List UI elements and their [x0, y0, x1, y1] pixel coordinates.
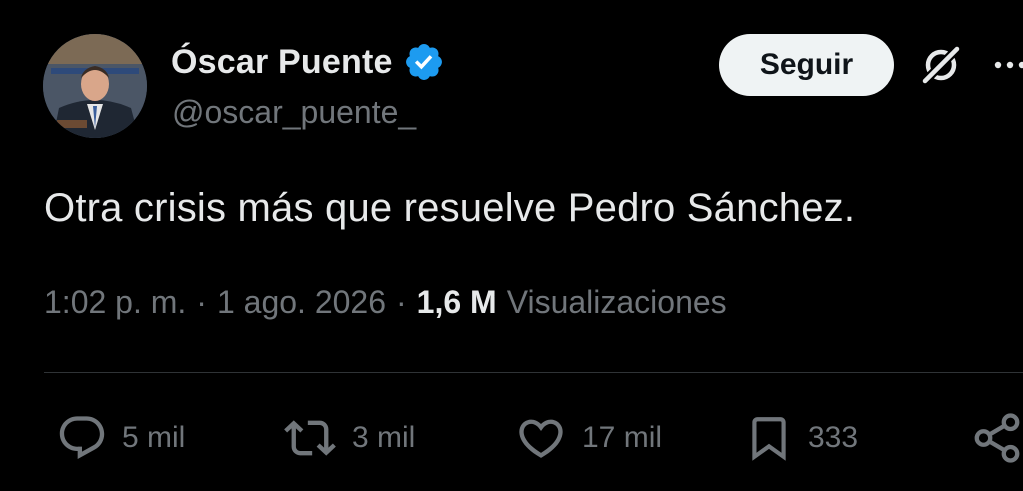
share-icon: [974, 413, 1020, 463]
author-name-row[interactable]: Óscar Puente: [171, 40, 445, 84]
reply-count: 5 mil: [122, 421, 186, 454]
views-count[interactable]: 1,6 M: [417, 284, 497, 321]
meta-separator: ·: [196, 284, 207, 320]
reply-icon: [59, 416, 105, 460]
repost-button[interactable]: 3 mil: [282, 400, 415, 476]
tweet-meta: 1:02 p. m. · 1 ago. 2026 · 1,6 M Visuali…: [44, 284, 727, 321]
views-label[interactable]: Visualizaciones: [507, 284, 727, 321]
avatar-image: [43, 34, 147, 138]
like-count: 17 mil: [582, 421, 663, 454]
repost-icon: [284, 420, 336, 456]
divider: [44, 372, 1023, 373]
tweet-text: Otra crisis más que resuelve Pedro Sánch…: [44, 186, 856, 230]
bookmark-button[interactable]: 333: [744, 400, 858, 476]
follow-button[interactable]: Seguir: [719, 34, 894, 96]
author-handle[interactable]: @oscar_puente_: [172, 94, 416, 131]
heart-icon: [519, 419, 563, 458]
more-icon[interactable]: [992, 50, 1023, 80]
like-button[interactable]: 17 mil: [514, 400, 662, 476]
bookmark-icon: [752, 417, 786, 461]
meta-separator: ·: [396, 284, 407, 320]
grok-icon-glyph: [920, 44, 962, 86]
reply-button[interactable]: 5 mil: [56, 400, 185, 476]
bookmark-count: 333: [808, 421, 859, 454]
more-dots-icon: [994, 61, 1023, 69]
tweet-time[interactable]: 1:02 p. m.: [44, 284, 186, 321]
avatar[interactable]: [43, 34, 147, 138]
verified-badge-icon: [405, 44, 442, 80]
action-bar: 5 mil 3 mil 17 mil 333: [0, 400, 1023, 476]
tweet-date[interactable]: 1 ago. 2026: [217, 284, 386, 321]
repost-count: 3 mil: [352, 421, 416, 454]
grok-icon[interactable]: [918, 42, 964, 88]
author-display-name[interactable]: Óscar Puente: [171, 43, 393, 82]
share-button[interactable]: [970, 400, 1023, 476]
